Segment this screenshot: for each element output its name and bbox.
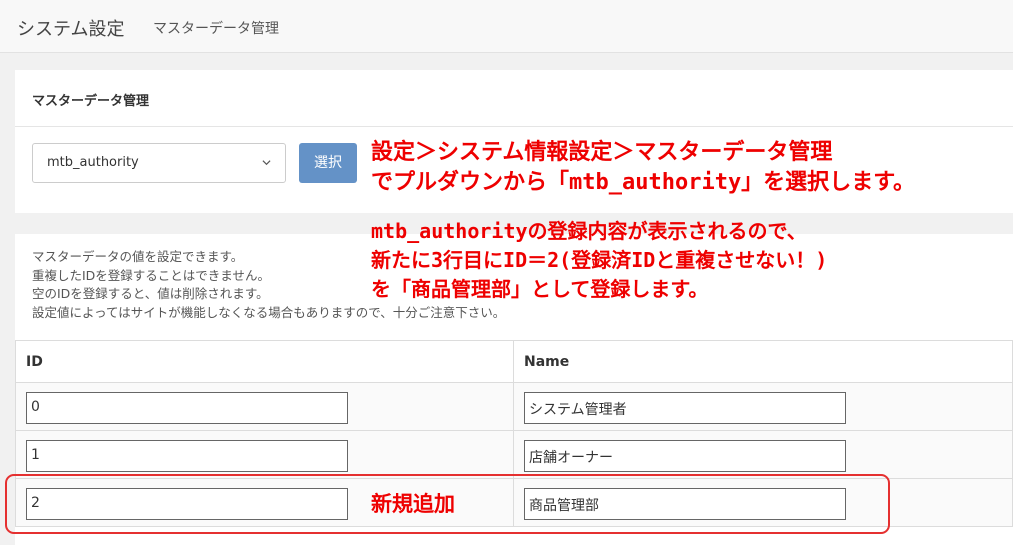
select-value: mtb_authority: [47, 155, 139, 170]
master-table-select[interactable]: mtb_authority: [32, 143, 286, 183]
annotation-line: を「商品管理部」として登録します。: [371, 277, 709, 301]
instruction-annotation-2: mtb_authorityの登録内容が表示されるので、 新たに3行目にID＝2(…: [371, 217, 827, 304]
table-row: 1 店舗オーナー: [15, 430, 1013, 479]
page-header: システム設定 マスターデータ管理: [0, 0, 1013, 53]
card-heading: マスターデータ管理: [15, 70, 1013, 127]
id-input[interactable]: 0: [26, 391, 348, 424]
chevron-down-icon: [262, 160, 271, 166]
annotation-line: mtb_authorityの登録内容が表示されるので、: [371, 219, 807, 243]
column-header-name: Name: [513, 340, 1013, 383]
name-input[interactable]: 店舗オーナー: [524, 439, 846, 472]
annotation-line: 新たに3行目にID＝2(登録済IDと重複させない！): [371, 248, 828, 272]
select-button[interactable]: 選択: [299, 143, 357, 183]
page-subtitle: マスターデータ管理: [153, 21, 279, 37]
new-row-annotation: 新規追加: [371, 492, 455, 516]
page-title: システム設定: [17, 19, 125, 40]
column-header-id: ID: [15, 340, 514, 383]
annotation-line: でプルダウンから「mtb_authority」を選択します。: [371, 170, 915, 195]
table-header-row: ID Name: [15, 340, 1013, 383]
instruction-annotation-1: 設定＞システム情報設定＞マスターデータ管理 でプルダウンから「mtb_autho…: [371, 138, 915, 198]
id-input[interactable]: 1: [26, 439, 348, 472]
name-input[interactable]: システム管理者: [524, 391, 846, 424]
note-line: 設定値によってはサイトが機能しなくなる場合もありますので、十分ご注意下さい。: [32, 304, 506, 320]
annotation-line: 設定＞システム情報設定＞マスターデータ管理: [371, 140, 833, 165]
table-row: 0 システム管理者: [15, 382, 1013, 431]
